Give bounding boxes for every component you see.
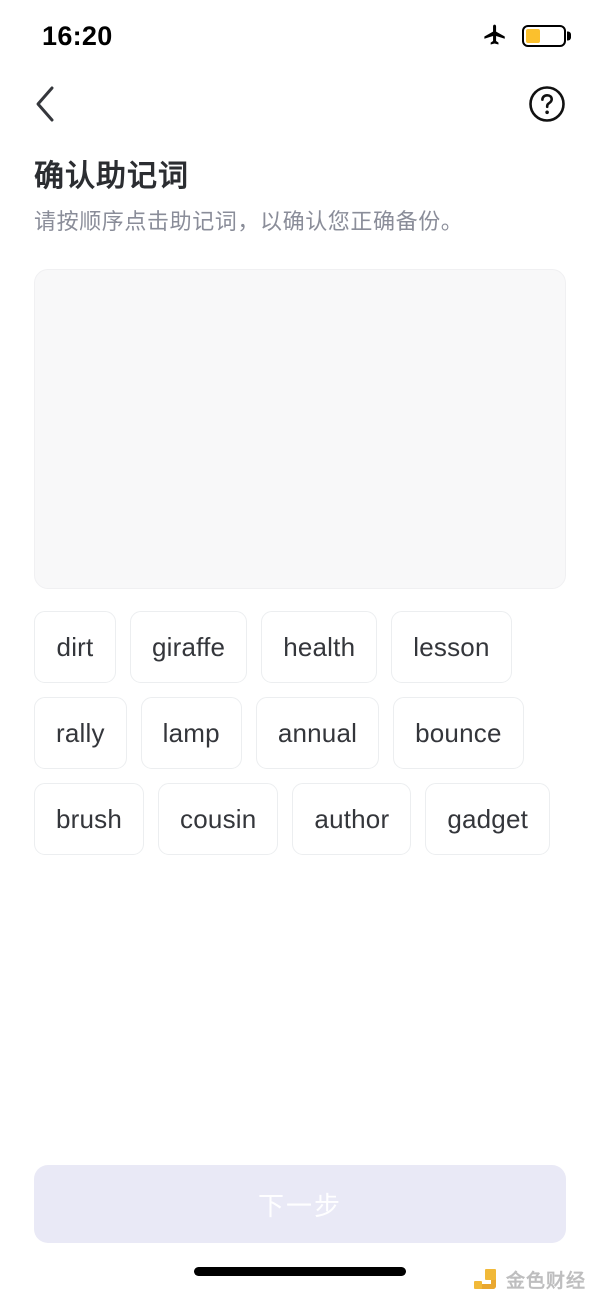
word-chip[interactable]: dirt — [34, 611, 116, 684]
word-chip[interactable]: giraffe — [130, 611, 248, 684]
word-chip[interactable]: gadget — [425, 783, 551, 856]
status-time: 16:20 — [42, 20, 113, 51]
flex-spacer — [0, 855, 600, 1165]
word-chip[interactable]: bounce — [393, 697, 524, 770]
word-chip[interactable]: annual — [255, 697, 380, 770]
word-chip[interactable]: lamp — [140, 697, 242, 770]
header-block: 确认助记词 请按顺序点击助记词，以确认您正确备份。 — [0, 136, 600, 236]
back-button[interactable] — [22, 81, 68, 127]
help-button[interactable] — [524, 81, 570, 127]
word-chip[interactable]: lesson — [391, 611, 512, 684]
chevron-left-icon — [32, 84, 58, 124]
app-screen: 16:20 确认助记词 请按顺序点击助记词，以确认您正确备份。 dirt gir… — [0, 0, 600, 1299]
page-title: 确认助记词 — [34, 160, 189, 193]
home-indicator[interactable] — [194, 1266, 406, 1276]
jinse-logo-icon — [473, 1267, 499, 1293]
battery-icon — [522, 25, 566, 47]
nav-bar — [0, 72, 600, 136]
status-bar: 16:20 — [0, 0, 600, 72]
word-chip[interactable]: cousin — [158, 783, 279, 856]
word-chip[interactable]: rally — [34, 697, 127, 770]
help-circle-icon — [528, 85, 566, 123]
next-button[interactable]: 下一步 — [34, 1165, 566, 1243]
word-chip[interactable]: brush — [34, 783, 145, 856]
airplane-icon — [482, 23, 508, 49]
word-chip[interactable]: health — [261, 611, 378, 684]
status-indicators — [482, 23, 566, 49]
word-bank: dirt giraffe health lesson rally lamp annual bo… — [34, 611, 566, 856]
word-chip[interactable]: author — [292, 783, 412, 856]
selected-words-area[interactable] — [34, 269, 566, 590]
watermark: 金色财经 — [473, 1266, 586, 1293]
page-subtitle: 请按顺序点击助记词，以确认您正确备份。 — [34, 208, 464, 234]
watermark-label: 金色财经 — [505, 1271, 586, 1292]
